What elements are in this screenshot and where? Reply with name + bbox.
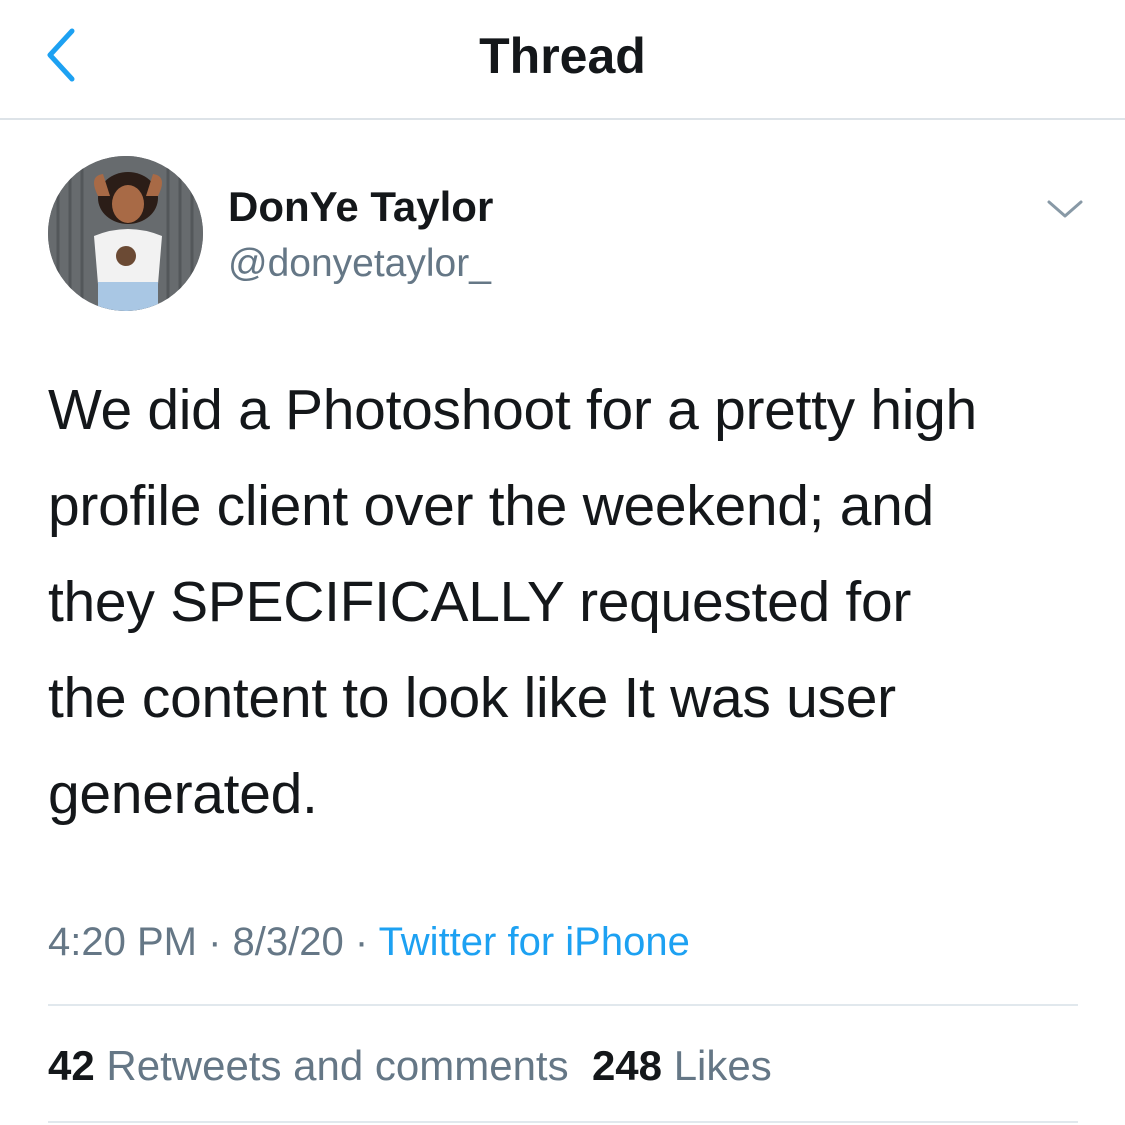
tweet-text-line: generated. [48,762,318,826]
likes-label: Likes [673,1042,772,1089]
tweet-text-line: profile client over the weekend; and [48,474,934,538]
avatar[interactable] [48,156,203,311]
likes-stat[interactable]: 248 Likes [592,1042,772,1089]
tweet-menu-button[interactable] [1040,190,1090,230]
tweet-meta: 4:20 PM · 8/3/20 · Twitter for iPhone [48,912,690,972]
avatar-photo [48,156,203,311]
tweet-text-line: We did a Photoshoot for a pretty high [48,378,977,442]
divider [48,1004,1078,1006]
retweets-stat[interactable]: 42 Retweets and comments [48,1042,569,1089]
meta-separator: · [343,920,379,964]
tweet-text-line: the content to look like It was user [48,666,896,730]
meta-separator: · [196,920,233,964]
likes-count: 248 [591,1042,663,1089]
nav-header: Thread [0,0,1125,120]
tweet-stats: 42 Retweets and comments 248 Likes [48,1036,772,1096]
tweet-text-line: they SPECIFICALLY requested for [48,570,912,634]
retweets-label: Retweets and comments [106,1042,569,1089]
tweet-text: We did a Photoshoot for a pretty high pr… [48,362,1098,842]
author-handle[interactable]: @donyetaylor_ [228,238,491,290]
chevron-down-icon [1047,200,1083,218]
tweet-time: 4:20 PM [48,920,197,964]
tweet-source-link[interactable]: Twitter for iPhone [379,920,690,964]
page-title: Thread [479,28,646,84]
divider [48,1121,1078,1123]
tweet-date: 8/3/20 [232,920,344,964]
retweets-count: 42 [48,1042,95,1089]
author-name[interactable]: DonYe Taylor [228,180,493,234]
